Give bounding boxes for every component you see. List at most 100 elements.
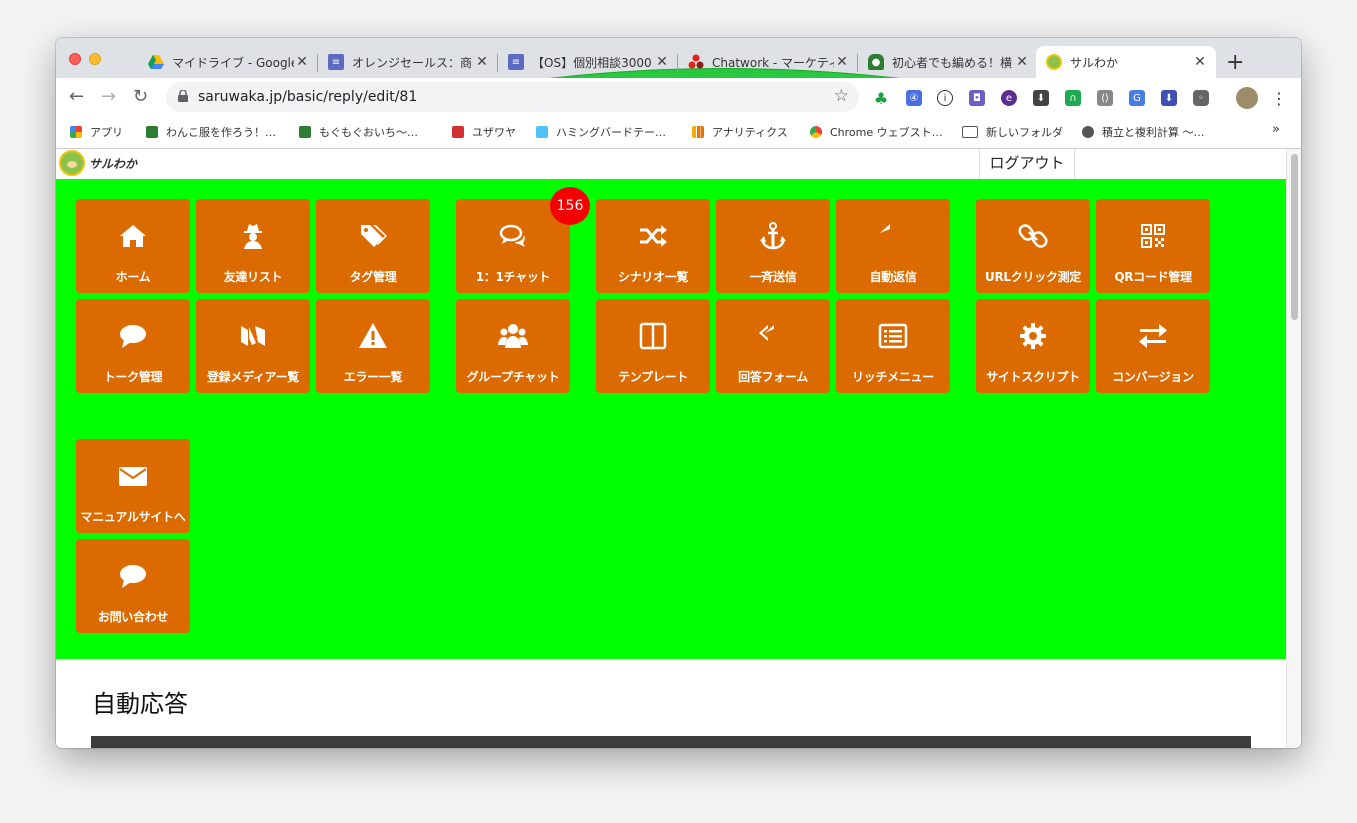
menu-tile-tags[interactable]: タグ管理 <box>316 199 430 293</box>
bookmark-item[interactable]: アプリ <box>70 124 123 140</box>
menu-tile-scenario[interactable]: シナリオ一覧 <box>596 199 710 293</box>
close-window-button[interactable] <box>69 53 81 65</box>
menu-tile-template[interactable]: テンプレート <box>596 299 710 393</box>
minimize-window-button[interactable] <box>89 53 101 65</box>
download-extension-icon[interactable]: ⬇ <box>1033 90 1049 106</box>
google-docs-icon: ≡ <box>328 54 344 70</box>
bookmark-item[interactable]: もぐもぐおいち〜… <box>299 124 418 140</box>
bookmark-item[interactable]: Chrome ウェブスト… <box>810 124 943 140</box>
close-icon[interactable]: ✕ <box>474 54 490 70</box>
browser-tab[interactable]: ● 初心者でも編める！横 ✕ <box>858 46 1038 78</box>
code-extension-icon[interactable]: ⟨⟩ <box>1097 90 1113 106</box>
bookmark-label: 新しいフォルダ <box>986 126 1063 139</box>
saruwaka-icon <box>1046 54 1062 70</box>
menu-tile-broadcast[interactable]: 一斉送信 <box>716 199 830 293</box>
bookmark-item[interactable]: 積立と複利計算 〜… <box>1082 124 1205 140</box>
warning-icon <box>359 323 387 348</box>
bookmark-label: わんこ服を作ろう！… <box>166 126 276 139</box>
menu-tile-label: シナリオ一覧 <box>617 270 689 284</box>
url-text: saruwaka.jp/basic/reply/edit/81 <box>198 89 418 105</box>
menu-tile-label: コンバージョン <box>1112 370 1194 384</box>
menu-tile-label: グループチャット <box>466 370 560 384</box>
site-header: サルわか ログアウト <box>56 149 1286 179</box>
menu-tile-errors[interactable]: エラー一覧 <box>316 299 430 393</box>
reply-icon <box>880 224 890 233</box>
translate-extension-icon[interactable]: G <box>1129 90 1145 106</box>
tab-title: Chatwork - マーケティ <box>712 55 834 70</box>
browser-tab-active[interactable]: サルわか ✕ <box>1036 46 1216 78</box>
menu-tile-url-click[interactable]: URLクリック測定 <box>976 199 1090 293</box>
menu-tile-label: 友達リスト <box>223 270 283 284</box>
bookmark-label: 積立と複利計算 〜… <box>1102 126 1205 139</box>
menu-tile-auto-reply[interactable]: 自動返信 <box>836 199 950 293</box>
menu-tile-friends[interactable]: 友達リスト <box>196 199 310 293</box>
comment-icon <box>120 325 146 348</box>
close-icon[interactable]: ✕ <box>1014 54 1030 70</box>
info-extension-icon[interactable]: i <box>937 90 953 106</box>
menu-tile-home[interactable]: ホーム <box>76 199 190 293</box>
random-icon <box>640 225 667 247</box>
menu-tile-talk[interactable]: トーク管理 <box>76 299 190 393</box>
back-icon[interactable]: ← <box>69 86 84 107</box>
browser-tab[interactable]: Chatwork - マーケティ ✕ <box>678 46 858 78</box>
page-viewport: サルわか ログアウト ホーム 友達リスト タグ管理 1：1チャット シナリオ一覧… <box>56 149 1286 748</box>
bookmark-item[interactable]: ユザワヤ <box>452 124 516 140</box>
menu-tile-rich-menu[interactable]: リッチメニュー <box>836 299 950 393</box>
logout-button[interactable]: ログアウト <box>979 149 1075 179</box>
tab-title: 【OS】個別相談3000 <box>532 55 652 70</box>
tab-title: マイドライブ - Google <box>172 55 294 70</box>
scrollbar-thumb[interactable] <box>1291 154 1298 320</box>
menu-tile-label: 登録メディアー覧 <box>206 370 300 384</box>
bookmark-item[interactable]: ハミングバードテー… <box>536 124 666 140</box>
clover-extension-icon[interactable]: ♣ <box>873 89 889 108</box>
close-icon[interactable]: ✕ <box>294 54 310 70</box>
browser-toolbar: ← → ↻ saruwaka.jp/basic/reply/edit/81 ☆ <box>56 78 1301 116</box>
forward-icon[interactable]: → <box>101 86 116 107</box>
browser-tab[interactable]: マイドライブ - Google ✕ <box>138 46 318 78</box>
address-bar[interactable]: saruwaka.jp/basic/reply/edit/81 ☆ <box>166 82 859 112</box>
close-icon[interactable]: ✕ <box>654 54 670 70</box>
menu-tile-manual[interactable]: マニュアルサイトへ <box>76 439 190 533</box>
chat-extension-icon[interactable]: ◦ <box>1193 90 1209 106</box>
camera-extension-icon[interactable]: ◘ <box>969 90 985 106</box>
page-title: 自動応答 <box>92 690 188 718</box>
menu-tile-contact[interactable]: お問い合わせ <box>76 539 190 633</box>
qrcode-icon <box>1141 224 1165 248</box>
menu-tile-label: サイトスクリプト <box>986 370 1080 384</box>
menu-tile-site-script[interactable]: サイトスクリプト <box>976 299 1090 393</box>
comment-icon <box>120 565 146 588</box>
bookmark-label: もぐもぐおいち〜… <box>319 126 418 139</box>
extension-icon[interactable]: e <box>1001 90 1017 106</box>
bookmark-star-icon[interactable]: ☆ <box>834 86 849 106</box>
menu-tile-answer-form[interactable]: 回答フォーム <box>716 299 830 393</box>
gear-icon <box>1020 323 1046 349</box>
bookmark-folder[interactable]: 新しいフォルダ <box>962 124 1063 140</box>
menu-tile-label: お問い合わせ <box>97 610 169 624</box>
extension-icon[interactable]: ④ <box>906 90 922 106</box>
menu-tile-conversion[interactable]: コンバージョン <box>1096 299 1210 393</box>
bookmark-item[interactable]: わんこ服を作ろう！… <box>146 124 276 140</box>
bookmarks-overflow-icon[interactable]: » <box>1272 122 1280 137</box>
lock-icon <box>178 89 188 105</box>
menu-kebab-icon[interactable]: ⋮ <box>1271 89 1287 108</box>
menu-tile-label: 回答フォーム <box>738 370 808 384</box>
site-logo[interactable]: サルわか <box>59 150 137 176</box>
menu-tile-label: テンプレート <box>618 370 688 384</box>
menu-tile-media[interactable]: 登録メディアー覧 <box>196 299 310 393</box>
tab-title: サルわか <box>1070 55 1119 70</box>
download-extension-icon[interactable]: ⬇ <box>1161 90 1177 106</box>
close-icon[interactable]: ✕ <box>834 54 850 70</box>
close-icon[interactable]: ✕ <box>1192 54 1208 70</box>
bookmark-item[interactable]: アナリティクス <box>692 124 788 140</box>
menu-tile-qr[interactable]: QRコード管理 <box>1096 199 1210 293</box>
reload-icon[interactable]: ↻ <box>133 86 148 107</box>
menu-tile-group-chat[interactable]: グループチャット <box>456 299 570 393</box>
menu-tile-label: 自動返信 <box>869 270 917 284</box>
headset-extension-icon[interactable]: ∩ <box>1065 90 1081 106</box>
browser-tab[interactable]: ≡ オレンジセールス：商 ✕ <box>318 46 498 78</box>
scrollbar[interactable] <box>1286 149 1301 748</box>
home-icon <box>120 225 146 247</box>
avatar[interactable] <box>1236 87 1258 109</box>
browser-tab[interactable]: ≡ 【OS】個別相談3000 ✕ <box>498 46 678 78</box>
new-tab-button[interactable]: + <box>1226 50 1244 75</box>
